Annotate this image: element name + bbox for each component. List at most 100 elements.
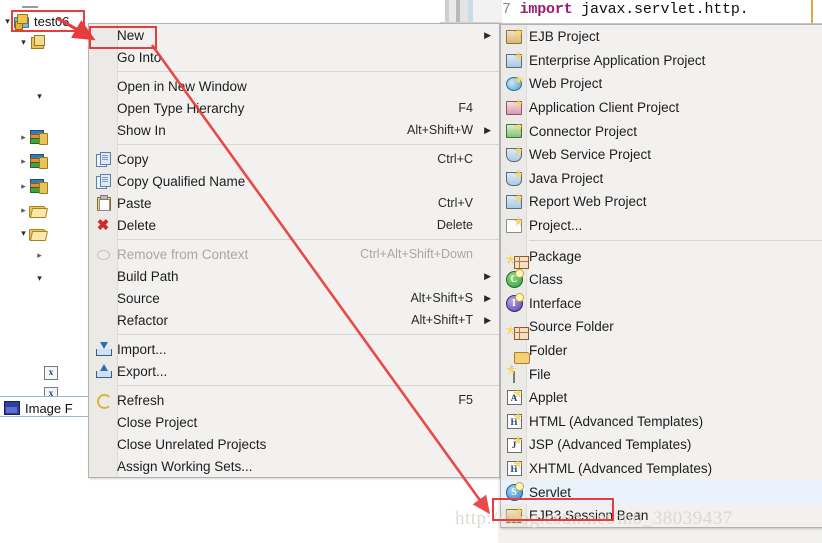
submenu-item-jsp[interactable]: J JSP (Advanced Templates) bbox=[501, 433, 822, 457]
tree-item-node9[interactable]: ▸ bbox=[34, 246, 45, 264]
submenu-item-label: Web Service Project bbox=[529, 147, 652, 163]
expander-expanded-icon[interactable]: ▾ bbox=[18, 37, 29, 47]
submenu-item-report-web-project[interactable]: Report Web Project bbox=[501, 190, 822, 214]
submenu-item-xhtml[interactable]: H XHTML (Advanced Templates) bbox=[501, 457, 822, 481]
tree-item-library-3[interactable]: ▸ bbox=[18, 177, 48, 195]
menu-item-refactor[interactable]: Refactor Alt+Shift+T ▶ bbox=[89, 309, 499, 331]
image-file-icon bbox=[4, 401, 20, 415]
menu-item-build-path[interactable]: Build Path ▶ bbox=[89, 265, 499, 287]
menu-item-go-into[interactable]: Go Into bbox=[89, 46, 499, 68]
context-menu[interactable]: New ▶ Go Into Open in New Window Open Ty… bbox=[88, 23, 500, 478]
menu-item-accelerator: Delete bbox=[436, 218, 473, 232]
chevron-right-icon: ▶ bbox=[484, 270, 491, 281]
submenu-item-web-project[interactable]: Web Project bbox=[501, 72, 822, 96]
submenu-item-label: Application Client Project bbox=[529, 100, 680, 116]
menu-item-import[interactable]: Import... bbox=[89, 338, 499, 360]
servlet-icon: S bbox=[505, 481, 524, 501]
submenu-separator bbox=[529, 240, 822, 242]
menu-item-close-unrelated-projects[interactable]: Close Unrelated Projects bbox=[89, 433, 499, 455]
copy-qualified-icon bbox=[94, 173, 112, 189]
tree-item-folder-2[interactable]: ▾ bbox=[18, 224, 49, 242]
web-service-project-icon bbox=[505, 145, 523, 163]
submenu-item-servlet[interactable]: S Servlet bbox=[501, 480, 822, 504]
submenu-item-interface[interactable]: I Interface bbox=[501, 292, 822, 316]
tree-item-node10[interactable]: ▾ bbox=[34, 269, 45, 287]
connector-project-icon bbox=[505, 122, 523, 139]
submenu-item-applet[interactable]: A Applet bbox=[501, 386, 822, 410]
submenu-item-label: Java Project bbox=[529, 170, 604, 186]
expander-expanded-icon[interactable]: ▾ bbox=[18, 228, 29, 238]
new-submenu[interactable]: EJB Project Enterprise Application Proje… bbox=[500, 24, 822, 529]
tree-item-project[interactable]: ▾ test06 bbox=[2, 12, 69, 30]
copy-icon bbox=[94, 151, 112, 167]
submenu-item-label: JSP (Advanced Templates) bbox=[529, 437, 692, 453]
editor-ruler bbox=[440, 0, 502, 23]
file-icon bbox=[505, 364, 523, 383]
tree-item-library-1[interactable]: ▸ bbox=[18, 128, 48, 146]
menu-item-copy[interactable]: Copy Ctrl+C bbox=[89, 148, 499, 170]
menu-item-label: Open in New Window bbox=[117, 78, 247, 94]
submenu-item-file[interactable]: File bbox=[501, 362, 822, 386]
menu-item-label: Paste bbox=[117, 195, 152, 211]
eclipse-workspace: 7 import javax.servlet.http. ▾ test06 ▾ … bbox=[0, 0, 822, 543]
package-explorer-tree[interactable]: ▾ test06 ▾ ▾ ▸ ▸ ▸ ▸ ▾ ▸ ▾ x x Image F bbox=[0, 0, 98, 543]
library-icon bbox=[29, 154, 48, 169]
submenu-item-enterprise-application-project[interactable]: Enterprise Application Project bbox=[501, 49, 822, 73]
submenu-item-label: Enterprise Application Project bbox=[529, 52, 706, 68]
expander-collapsed-icon[interactable]: ▸ bbox=[18, 181, 29, 191]
tree-item-folder-1[interactable]: ▸ bbox=[18, 201, 49, 219]
tree-item-node3[interactable]: ▾ bbox=[34, 87, 45, 105]
menu-separator bbox=[117, 71, 499, 72]
submenu-item-ejb-project[interactable]: EJB Project bbox=[501, 25, 822, 49]
submenu-item-web-service-project[interactable]: Web Service Project bbox=[501, 143, 822, 167]
menu-item-new[interactable]: New ▶ bbox=[89, 24, 499, 46]
expander-collapsed-icon[interactable]: ▸ bbox=[34, 250, 45, 260]
menu-separator bbox=[117, 334, 499, 335]
submenu-item-folder[interactable]: Folder bbox=[501, 339, 822, 364]
tree-item-library-2[interactable]: ▸ bbox=[18, 152, 48, 170]
menu-item-export[interactable]: Export... bbox=[89, 360, 499, 382]
menu-item-copy-qualified-name[interactable]: Copy Qualified Name bbox=[89, 170, 499, 192]
menu-separator bbox=[117, 239, 499, 240]
submenu-item-html[interactable]: H HTML (Advanced Templates) bbox=[501, 410, 822, 434]
expander-expanded-icon[interactable]: ▾ bbox=[34, 273, 45, 283]
expander-collapsed-icon[interactable]: ▸ bbox=[18, 132, 29, 142]
chevron-right-icon: ▶ bbox=[484, 292, 491, 303]
submenu-item-java-project[interactable]: Java Project bbox=[501, 167, 822, 191]
submenu-item-package[interactable]: Package bbox=[501, 244, 822, 270]
submenu-item-label: Report Web Project bbox=[529, 194, 647, 210]
menu-item-label: Refresh bbox=[117, 392, 165, 408]
menu-item-open-in-new-window[interactable]: Open in New Window bbox=[89, 75, 499, 97]
menu-item-show-in[interactable]: Show In Alt+Shift+W ▶ bbox=[89, 119, 499, 141]
menu-item-paste[interactable]: Paste Ctrl+V bbox=[89, 192, 499, 214]
menu-item-accelerator: F5 bbox=[458, 393, 473, 407]
menu-item-accelerator: F4 bbox=[458, 101, 473, 115]
menu-item-refresh[interactable]: Refresh F5 bbox=[89, 389, 499, 411]
submenu-item-connector-project[interactable]: Connector Project bbox=[501, 119, 822, 143]
menu-item-close-project[interactable]: Close Project bbox=[89, 411, 499, 433]
menu-item-assign-working-sets[interactable]: Assign Working Sets... bbox=[89, 455, 499, 477]
tree-item-package[interactable]: ▾ bbox=[18, 33, 46, 51]
submenu-item-label: HTML (Advanced Templates) bbox=[529, 413, 704, 429]
submenu-item-class[interactable]: C Class bbox=[501, 268, 822, 292]
expander-expanded-icon[interactable]: ▾ bbox=[2, 16, 13, 26]
menu-item-delete[interactable]: ✖ Delete Delete bbox=[89, 214, 499, 236]
tree-item-xml-1[interactable]: x bbox=[44, 364, 58, 382]
submenu-item-label: Project... bbox=[529, 218, 583, 234]
submenu-item-application-client-project[interactable]: Application Client Project bbox=[501, 96, 822, 120]
menu-item-open-type-hierarchy[interactable]: Open Type Hierarchy F4 bbox=[89, 97, 499, 119]
submenu-item-source-folder[interactable]: Source Folder bbox=[501, 315, 822, 341]
tree-item-image-file[interactable]: Image F bbox=[4, 399, 73, 417]
menu-item-label: Export... bbox=[117, 363, 168, 379]
submenu-item-project[interactable]: Project... bbox=[501, 214, 822, 238]
expander-collapsed-icon[interactable]: ▸ bbox=[18, 205, 29, 215]
menu-item-label: Import... bbox=[117, 341, 167, 357]
code-editor-strip: 7 import javax.servlet.http. bbox=[440, 0, 822, 24]
menu-item-source[interactable]: Source Alt+Shift+S ▶ bbox=[89, 287, 499, 309]
expander-expanded-icon[interactable]: ▾ bbox=[34, 91, 45, 101]
line-number: 7 bbox=[502, 1, 511, 18]
submenu-item-label: Class bbox=[529, 272, 563, 288]
menu-item-label: Assign Working Sets... bbox=[117, 458, 253, 474]
expander-collapsed-icon[interactable]: ▸ bbox=[18, 156, 29, 166]
java-project-icon bbox=[13, 13, 30, 30]
